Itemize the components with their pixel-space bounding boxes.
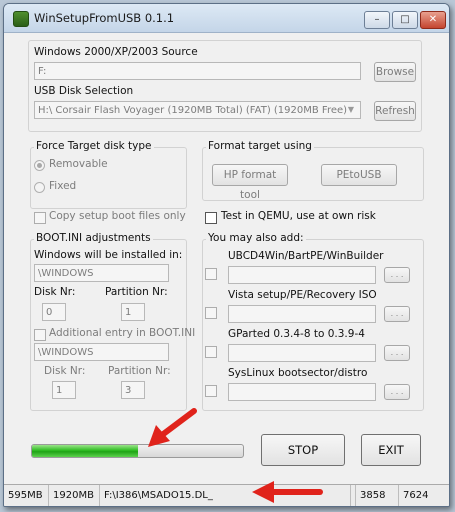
vista-input[interactable] [228,305,376,323]
app-window: WinSetupFromUSB 0.1.1 – □ ✕ Windows 2000… [3,3,450,507]
annotation-arrow-status [252,481,323,503]
additional-entry-checkbox[interactable] [34,329,46,341]
status-cell-count: 3858 [356,485,399,506]
vista-label: Vista setup/PE/Recovery ISO [228,289,377,301]
browse-button[interactable]: Browse [374,62,416,82]
chevron-down-icon[interactable]: ▼ [344,102,358,118]
syslinux-checkbox[interactable] [205,385,217,397]
exit-button[interactable]: EXIT [361,434,421,466]
force-target-group [30,147,187,209]
stop-button[interactable]: STOP [261,434,345,466]
qemu-label: Test in QEMU, use at own risk [221,210,376,222]
progress-fill [32,445,138,457]
hp-format-tool-button[interactable]: HP format tool [212,164,288,201]
syslinux-input[interactable] [228,383,376,401]
title-bar[interactable]: WinSetupFromUSB 0.1.1 – □ ✕ [4,4,449,33]
disk-nr-input[interactable]: 0 [42,303,66,321]
maximize-button[interactable]: □ [392,11,418,29]
gparted-browse-button[interactable]: . . . [384,345,410,361]
app-icon [13,11,29,27]
status-bar: 595MB 1920MB F:\I386\MSADO15.DL_ 3858 76… [4,484,449,506]
status-cell-total-count: 7624 [403,490,429,501]
partition-nr-2-label: Partition Nr: [108,365,171,377]
vista-checkbox[interactable] [205,307,217,319]
syslinux-browse-button[interactable]: . . . [384,384,410,400]
close-button[interactable]: ✕ [420,11,446,29]
fixed-label: Fixed [49,180,77,192]
partition-nr-input[interactable]: 1 [121,303,145,321]
progress-bar [31,444,244,458]
copy-boot-files-label: Copy setup boot files only [49,210,186,222]
gparted-input[interactable] [228,344,376,362]
ubcd-input[interactable] [228,266,376,284]
installed-in-input[interactable]: \WINDOWS [34,264,169,282]
installed-in-label: Windows will be installed in: [34,249,183,261]
status-cell-used: 595MB [4,485,49,506]
bootini-title: BOOT.INI adjustments [34,232,153,244]
petousb-button[interactable]: PEtoUSB [321,164,397,186]
qemu-checkbox[interactable] [205,212,217,224]
gparted-label: GParted 0.3.4-8 to 0.3.9-4 [228,328,365,340]
removable-radio[interactable] [34,160,45,171]
gparted-checkbox[interactable] [205,346,217,358]
removable-label: Removable [49,158,108,170]
also-add-title: You may also add: [206,232,306,244]
copy-boot-files-checkbox[interactable] [34,212,46,224]
source-input[interactable]: F: [34,62,361,80]
additional-entry-input[interactable]: \WINDOWS [34,343,169,361]
refresh-button[interactable]: Refresh [374,101,416,121]
ubcd-label: UBCD4Win/BartPE/WinBuilder [228,250,384,262]
usb-disk-select[interactable]: H:\ Corsair Flash Voyager (1920MB Total)… [34,101,361,119]
vista-browse-button[interactable]: . . . [384,306,410,322]
force-target-title: Force Target disk type [34,140,154,152]
disk-nr-2-input[interactable]: 1 [52,381,76,399]
syslinux-label: SysLinux bootsector/distro [228,367,368,379]
partition-nr-2-input[interactable]: 3 [121,381,145,399]
annotation-arrow-progress [148,408,197,447]
disk-nr-2-label: Disk Nr: [44,365,86,377]
partition-nr-label: Partition Nr: [105,286,168,298]
window-title: WinSetupFromUSB 0.1.1 [34,11,175,25]
source-label: Windows 2000/XP/2003 Source [34,46,198,58]
format-target-title: Format target using [206,140,314,152]
status-cell-total: 1920MB [49,485,100,506]
disk-nr-label: Disk Nr: [34,286,76,298]
ubcd-checkbox[interactable] [205,268,217,280]
additional-entry-label: Additional entry in BOOT.INI [49,327,196,339]
ubcd-browse-button[interactable]: . . . [384,267,410,283]
usb-label: USB Disk Selection [34,85,134,97]
minimize-button[interactable]: – [364,11,390,29]
fixed-radio[interactable] [34,182,45,193]
